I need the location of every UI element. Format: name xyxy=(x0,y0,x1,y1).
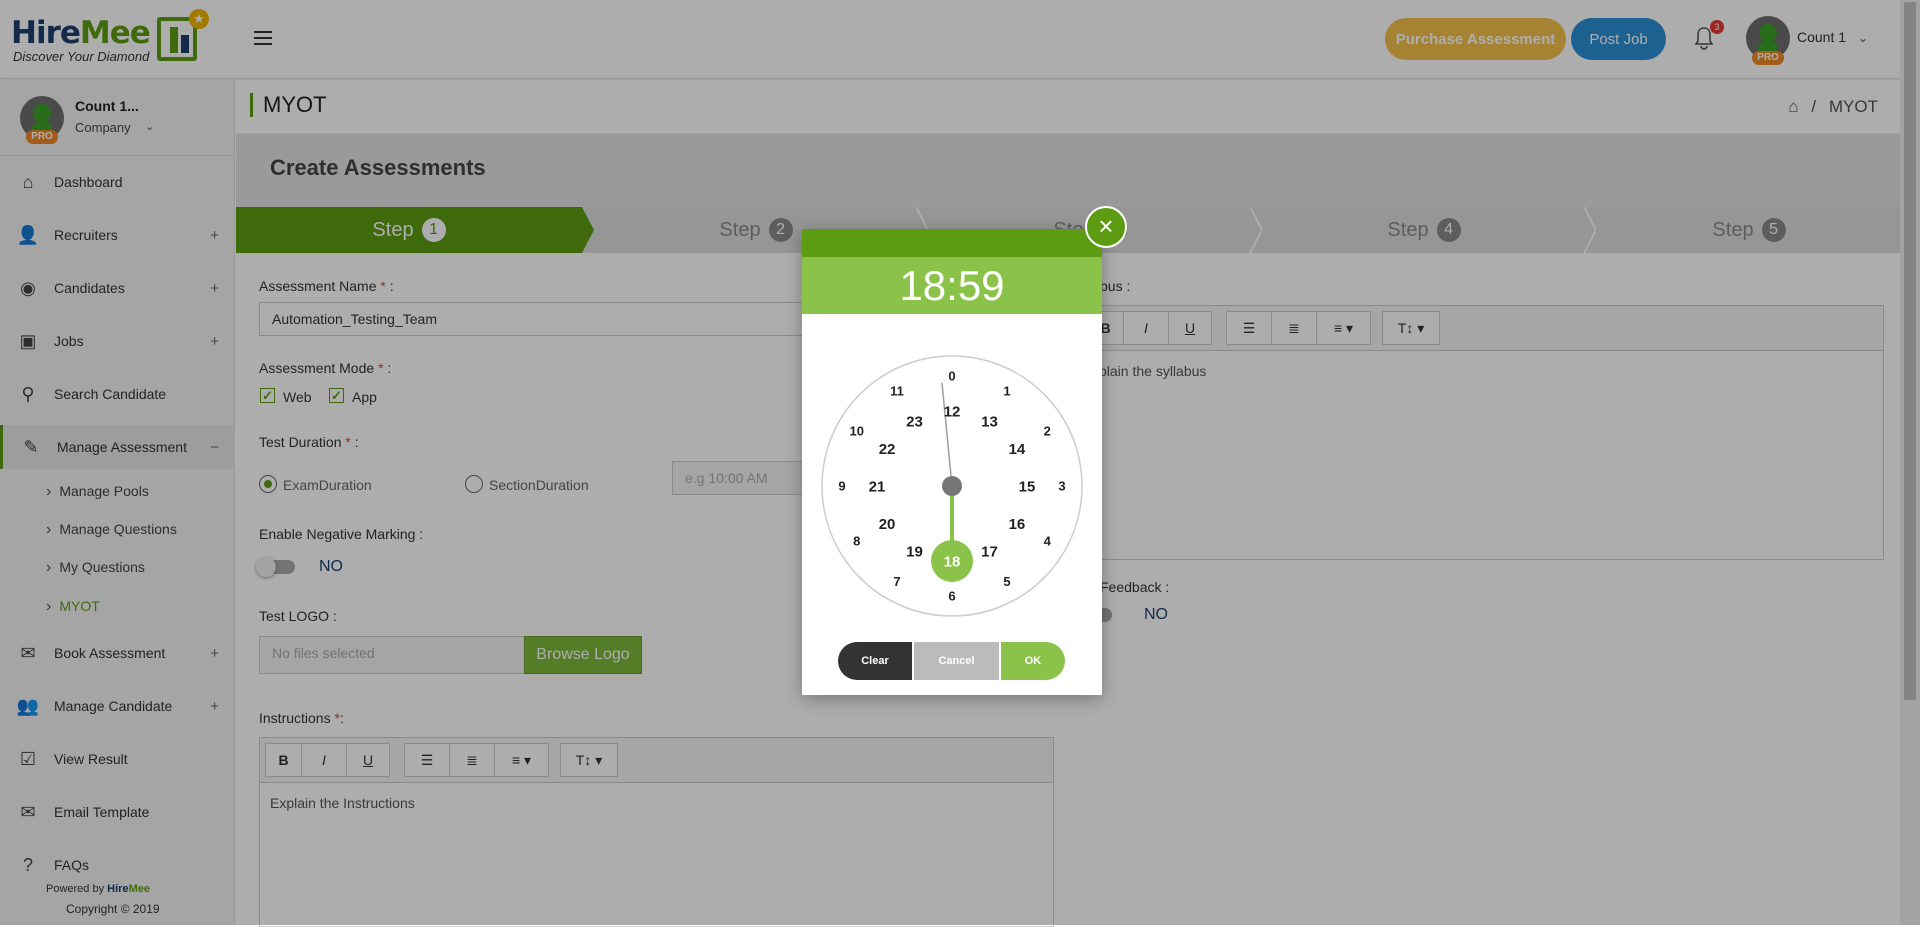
hour-outer-10[interactable]: 10 xyxy=(850,424,864,439)
hour-inner-20[interactable]: 20 xyxy=(879,516,896,533)
hour-outer-3[interactable]: 3 xyxy=(1058,479,1065,494)
close-icon[interactable]: × xyxy=(1085,206,1127,248)
hour-outer-7[interactable]: 7 xyxy=(893,574,900,589)
hour-outer-0[interactable]: 0 xyxy=(948,369,955,384)
hour-inner-21[interactable]: 21 xyxy=(869,478,886,495)
hour-outer-6[interactable]: 6 xyxy=(948,589,955,604)
dial-center xyxy=(942,476,962,496)
ok-button[interactable]: OK xyxy=(1001,642,1065,680)
hour-inner-16[interactable]: 16 xyxy=(1009,516,1026,533)
hour-outer-5[interactable]: 5 xyxy=(1003,574,1010,589)
hour-outer-2[interactable]: 2 xyxy=(1044,424,1051,439)
hour-inner-14[interactable]: 14 xyxy=(1009,441,1026,458)
hour-inner-12[interactable]: 12 xyxy=(944,403,961,420)
clock-dial[interactable]: 01234567891011121314151617181920212223 xyxy=(820,354,1084,618)
time-display: 18:59 xyxy=(802,257,1102,314)
clear-button[interactable]: Clear xyxy=(838,642,912,680)
hour-inner-15[interactable]: 15 xyxy=(1019,478,1036,495)
hour-inner-18[interactable]: 18 xyxy=(944,553,961,570)
hour-inner-19[interactable]: 19 xyxy=(906,543,923,560)
hour-outer-8[interactable]: 8 xyxy=(853,534,860,549)
hour-inner-13[interactable]: 13 xyxy=(981,413,998,430)
hour-inner-17[interactable]: 17 xyxy=(981,543,998,560)
time-picker-top-bar xyxy=(802,229,1102,257)
hour-outer-11[interactable]: 11 xyxy=(890,383,904,398)
hour-outer-1[interactable]: 1 xyxy=(1003,383,1010,398)
hour-inner-22[interactable]: 22 xyxy=(879,441,896,458)
cancel-button[interactable]: Cancel xyxy=(914,642,999,680)
time-picker-dialog: 18:59 0 1 2 3 4 5 6 7 8 9 10 11 12 13 14 15 16 17 18 19 20 21… xyxy=(802,229,1102,695)
hour-inner-23[interactable]: 23 xyxy=(906,413,923,430)
hour-outer-4[interactable]: 4 xyxy=(1044,534,1052,549)
hour-outer-9[interactable]: 9 xyxy=(838,479,845,494)
